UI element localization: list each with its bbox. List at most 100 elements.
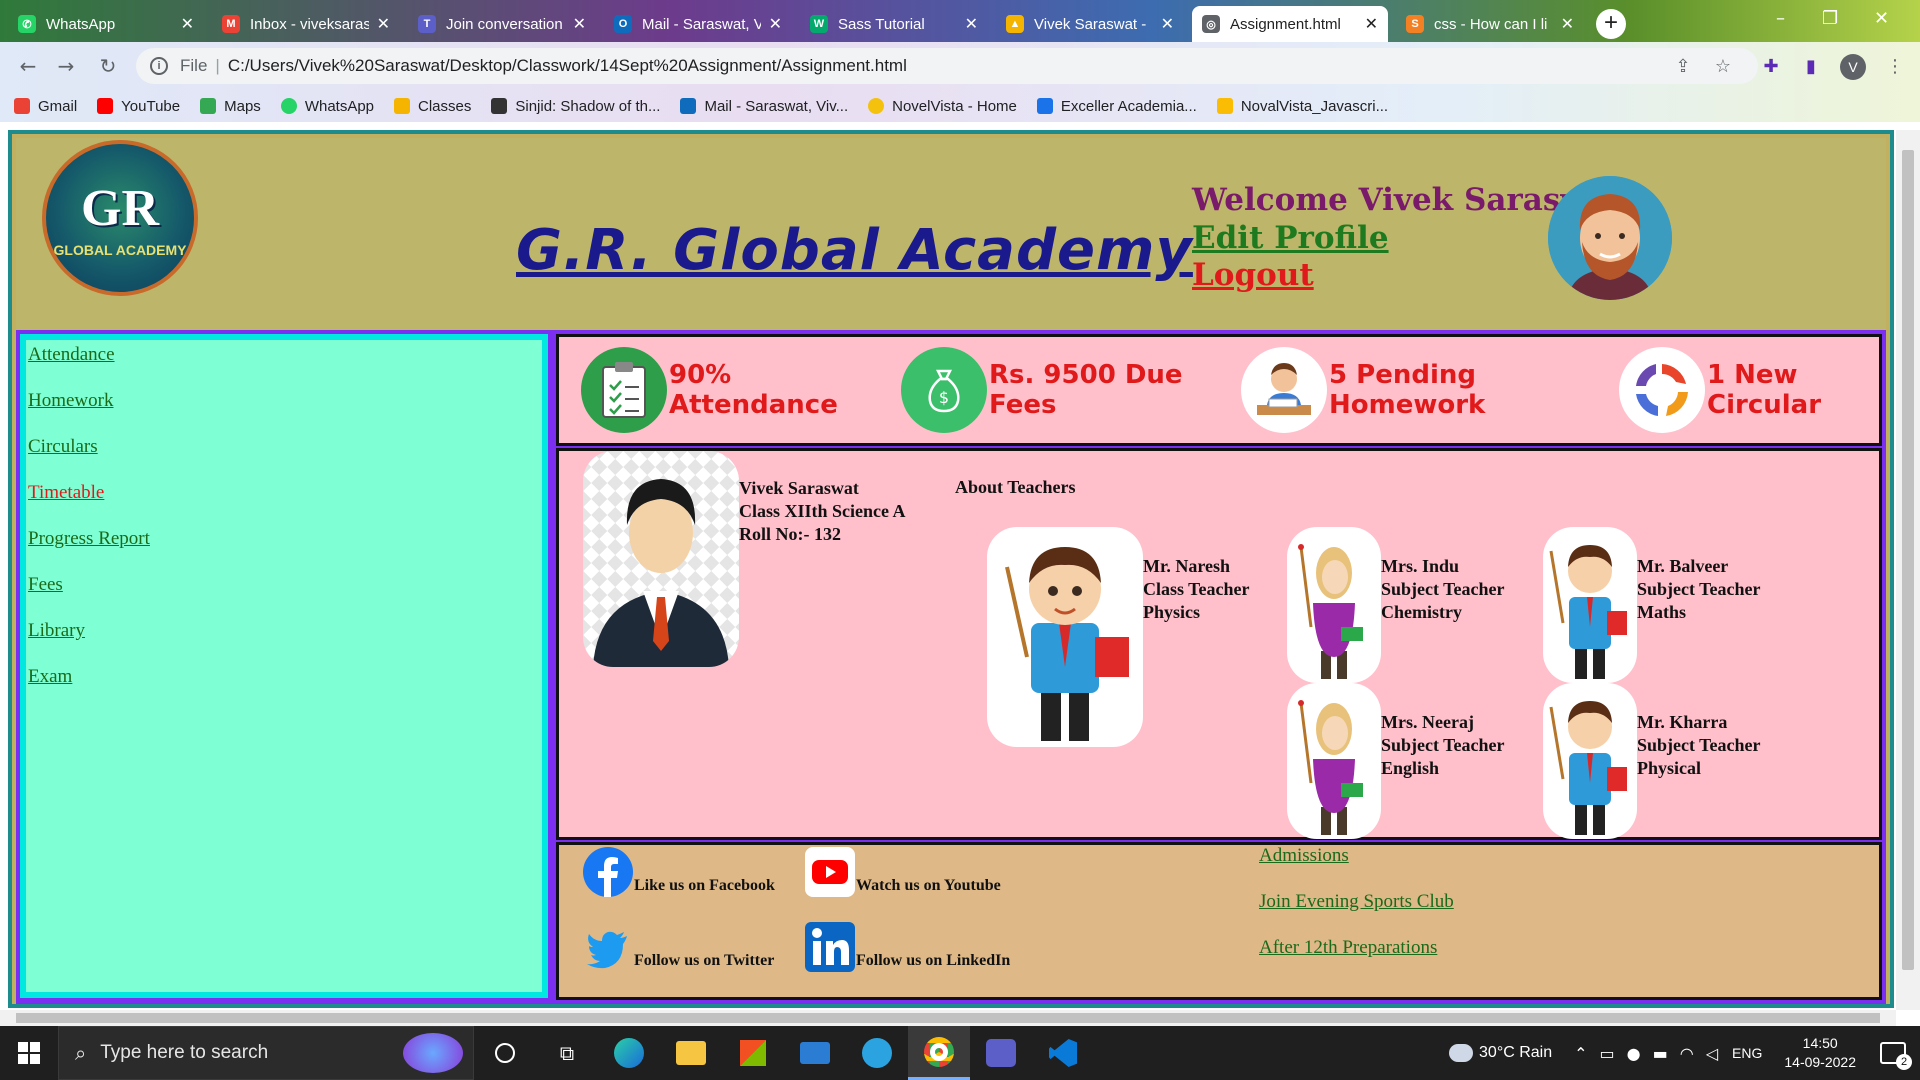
task-view-button[interactable]	[474, 1026, 536, 1080]
taskbar-search[interactable]: ⌕ Type here to search	[58, 1026, 474, 1080]
close-icon[interactable]: ✕	[1561, 14, 1574, 34]
tab-title: Join conversation	[446, 15, 563, 33]
bookmark-star-icon[interactable]: ☆	[1712, 56, 1734, 78]
vertical-scrollbar[interactable]	[1896, 130, 1920, 1010]
classroom-icon	[394, 98, 411, 114]
horizontal-scrollbar[interactable]	[0, 1010, 1896, 1026]
school-title[interactable]: G.R. Global Academy	[516, 218, 1193, 283]
info-icon[interactable]: i	[150, 57, 168, 75]
taskbar-teams[interactable]	[970, 1026, 1032, 1080]
address-bar[interactable]: i File | C:/Users/Vivek%20Saraswat/Deskt…	[136, 48, 1758, 84]
url-text[interactable]: C:/Users/Vivek%20Saraswat/Desktop/Classw…	[228, 56, 907, 76]
bookmark-sinjid[interactable]: Sinjid: Shadow of th...	[491, 98, 660, 115]
bookmark-novalvista-js[interactable]: NovalVista_Javascri...	[1216, 98, 1388, 115]
share-icon[interactable]: ⇪	[1672, 56, 1694, 78]
logo-name: GLOBAL ACADEMY	[53, 241, 187, 258]
minimize-icon[interactable]: –	[1776, 8, 1785, 29]
tab-assignment[interactable]: ◎ Assignment.html ✕	[1192, 6, 1388, 42]
wifi-icon[interactable]: ◠	[1680, 1044, 1694, 1063]
menu-icon[interactable]: ⋮	[1884, 56, 1906, 78]
sidebar-item-library[interactable]: Library	[28, 620, 542, 666]
start-button[interactable]	[0, 1026, 58, 1080]
stat-fees[interactable]: $ Rs. 9500 Due Fees	[901, 337, 1183, 443]
tab-outlook-mail[interactable]: O Mail - Saraswat, V ✕	[604, 6, 792, 42]
taskbar-chrome[interactable]	[908, 1026, 970, 1080]
notifications-button[interactable]: 2	[1880, 1042, 1912, 1070]
taskbar-store[interactable]	[722, 1026, 784, 1080]
social-linkedin[interactable]: Follow us on LinkedIn	[805, 922, 1010, 972]
footer-link-sports-club[interactable]: Join Evening Sports Club	[1259, 891, 1454, 913]
profile-avatar[interactable]: V	[1840, 54, 1866, 80]
sidebar-item-timetable[interactable]: Timetable	[28, 482, 542, 528]
battery-icon[interactable]: ▬	[1653, 1044, 1668, 1063]
scrollbar-thumb[interactable]	[1902, 150, 1914, 970]
taskbar-edge[interactable]	[598, 1026, 660, 1080]
close-icon[interactable]: ✕	[769, 14, 782, 34]
tab-teams[interactable]: T Join conversation ✕	[408, 6, 596, 42]
logout-link[interactable]: Logout	[1192, 257, 1314, 293]
bookmark-whatsapp[interactable]: WhatsApp	[280, 98, 374, 115]
edit-profile-link[interactable]: Edit Profile	[1192, 220, 1389, 256]
teacher-info: Mr. Naresh Class Teacher Physics	[1143, 555, 1250, 747]
social-youtube[interactable]: Watch us on Youtube	[805, 847, 1001, 897]
taskbar-mail[interactable]	[784, 1026, 846, 1080]
sidebar-item-exam[interactable]: Exam	[28, 666, 542, 712]
new-tab-button[interactable]: +	[1596, 9, 1626, 39]
tab-drive[interactable]: ▲ Vivek Saraswat - ✕	[996, 6, 1184, 42]
bookmark-youtube[interactable]: YouTube	[97, 98, 180, 115]
taskbar-task-view[interactable]: ⧉	[536, 1026, 598, 1080]
side-panel-icon[interactable]: ▮	[1800, 56, 1822, 78]
devices-icon[interactable]: ▭	[1600, 1044, 1615, 1063]
tab-stackoverflow[interactable]: S css - How can I li ✕	[1396, 6, 1584, 42]
restore-icon[interactable]: ❐	[1822, 8, 1838, 29]
footer-link-admissions[interactable]: Admissions	[1259, 845, 1349, 867]
volume-icon[interactable]: ◁	[1706, 1044, 1718, 1063]
back-icon[interactable]: ←	[14, 52, 42, 80]
social-twitter[interactable]: Follow us on Twitter	[583, 922, 774, 972]
taskbar-file-explorer[interactable]	[660, 1026, 722, 1080]
sidebar-item-homework[interactable]: Homework	[28, 390, 542, 436]
clock[interactable]: 14:50 14-09-2022	[1784, 1034, 1856, 1072]
stat-attendance[interactable]: 90% Attendance	[581, 337, 838, 443]
sidebar-item-progress-report[interactable]: Progress Report	[28, 528, 542, 574]
teams-icon	[986, 1039, 1016, 1067]
footer-link-after-12th[interactable]: After 12th Preparations	[1259, 937, 1437, 959]
sidebar-nav: Attendance Homework Circulars Timetable …	[20, 334, 548, 998]
bookmark-maps[interactable]: Maps	[200, 98, 261, 115]
weather-text[interactable]: 30°C Rain	[1479, 1044, 1552, 1062]
globe-illustration-icon	[403, 1033, 463, 1073]
social-facebook[interactable]: Like us on Facebook	[583, 847, 775, 897]
weather-icon[interactable]	[1449, 1044, 1474, 1062]
microphone-icon[interactable]: ●	[1627, 1044, 1641, 1063]
bookmark-outlook[interactable]: Mail - Saraswat, Viv...	[680, 98, 848, 115]
taskbar-vscode[interactable]	[1032, 1026, 1094, 1080]
chevron-up-icon[interactable]: ⌃	[1574, 1044, 1587, 1063]
close-icon[interactable]: ✕	[573, 14, 586, 34]
sidebar-item-attendance[interactable]: Attendance	[28, 344, 542, 390]
close-window-icon[interactable]: ✕	[1874, 8, 1889, 29]
sidebar-item-fees[interactable]: Fees	[28, 574, 542, 620]
bookmark-novelvista[interactable]: NovelVista - Home	[868, 98, 1017, 115]
bookmark-exceller[interactable]: Exceller Academia...	[1036, 98, 1197, 115]
stat-homework[interactable]: 5 Pending Homework	[1241, 337, 1485, 443]
stat-circular[interactable]: 1 New Circular	[1619, 337, 1821, 443]
close-icon[interactable]: ✕	[965, 14, 978, 34]
taskbar-telegram[interactable]	[846, 1026, 908, 1080]
sidebar-item-circulars[interactable]: Circulars	[28, 436, 542, 482]
reload-icon[interactable]: ↻	[94, 52, 122, 80]
tab-gmail-inbox[interactable]: M Inbox - viveksaras ✕	[212, 6, 400, 42]
close-icon[interactable]: ✕	[1161, 14, 1174, 34]
bookmark-classes[interactable]: Classes	[394, 98, 471, 115]
close-icon[interactable]: ✕	[377, 14, 390, 34]
tab-title: Inbox - viveksaras	[250, 15, 369, 33]
tab-whatsapp[interactable]: ✆ WhatsApp ✕	[8, 6, 204, 42]
tab-sass-tutorial[interactable]: W Sass Tutorial ✕	[800, 6, 988, 42]
scrollbar-thumb[interactable]	[16, 1013, 1880, 1023]
extensions-icon[interactable]: ✚	[1760, 56, 1782, 78]
forward-icon[interactable]: →	[52, 52, 80, 80]
bookmark-gmail[interactable]: Gmail	[14, 98, 77, 115]
search-icon: ⌕	[75, 1041, 87, 1065]
language-indicator[interactable]: ENG	[1732, 1045, 1762, 1061]
close-icon[interactable]: ✕	[181, 14, 194, 34]
close-icon[interactable]: ✕	[1365, 14, 1378, 34]
